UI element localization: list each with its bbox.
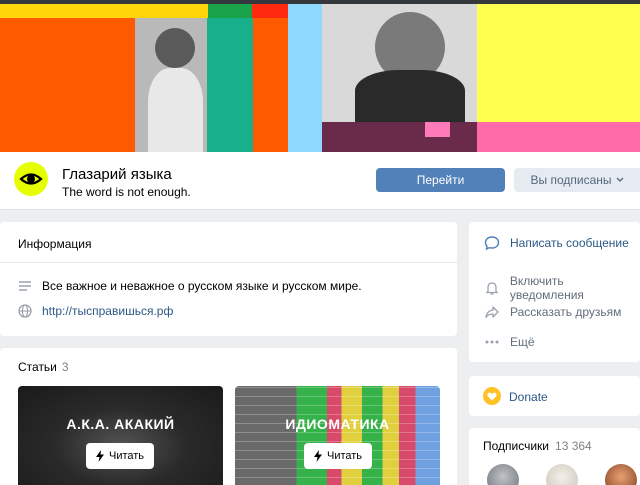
subscribers-count: 13 364 bbox=[555, 439, 592, 453]
divider bbox=[0, 262, 457, 263]
actions-card: Написать сообщение Включить уведомления … bbox=[469, 222, 640, 362]
read-label: Читать bbox=[327, 450, 363, 462]
article-title: А.К.А. АКАКИЙ bbox=[66, 416, 175, 432]
read-button[interactable]: Читать bbox=[86, 443, 155, 469]
avatar[interactable] bbox=[487, 464, 519, 485]
avatar[interactable] bbox=[605, 464, 637, 485]
lightning-icon bbox=[96, 450, 104, 462]
more-action[interactable]: Ещё bbox=[483, 333, 535, 351]
articles-count: 3 bbox=[61, 360, 69, 374]
action-label: Написать сообщение bbox=[510, 236, 629, 250]
go-button[interactable]: Перейти bbox=[376, 168, 505, 192]
article-title: ИДИОМАТИКА bbox=[285, 416, 390, 432]
share-icon bbox=[483, 303, 501, 321]
bell-icon bbox=[483, 279, 501, 297]
lines-icon bbox=[18, 279, 32, 293]
subscribers-heading[interactable]: Подписчики 13 364 bbox=[483, 439, 592, 453]
eye-icon bbox=[19, 173, 43, 185]
subscribed-label: Вы подписаны bbox=[530, 173, 612, 187]
website-link[interactable]: http://тысправишься.рф bbox=[42, 304, 173, 318]
globe-icon bbox=[18, 304, 32, 318]
subscribers-card: Подписчики 13 364 bbox=[469, 428, 640, 485]
group-avatar[interactable] bbox=[14, 162, 48, 196]
send-message-action[interactable]: Написать сообщение bbox=[483, 234, 629, 252]
action-label: Рассказать друзьям bbox=[510, 305, 622, 319]
avatar[interactable] bbox=[546, 464, 578, 485]
info-heading: Информация bbox=[18, 237, 92, 251]
articles-heading[interactable]: Статьи 3 bbox=[18, 360, 69, 374]
more-icon bbox=[483, 333, 501, 351]
message-icon bbox=[483, 234, 501, 252]
subscribed-button[interactable]: Вы подписаны bbox=[514, 168, 640, 192]
donate-card[interactable]: Donate bbox=[469, 376, 640, 416]
info-card: Информация Все важное и неважное о русск… bbox=[0, 222, 457, 336]
heart-icon bbox=[483, 387, 501, 405]
action-label: Ещё bbox=[510, 335, 535, 349]
lightning-icon bbox=[314, 450, 322, 462]
website-row: http://тысправишься.рф bbox=[18, 304, 173, 318]
group-status: The word is not enough. bbox=[62, 185, 191, 199]
donate-label: Donate bbox=[509, 390, 548, 404]
articles-card: Статьи 3 А.К.А. АКАКИЙ Читать ИДИОМАТИКА … bbox=[0, 348, 457, 485]
articles-title: Статьи bbox=[18, 360, 57, 374]
description-row: Все важное и неважное о русском языке и … bbox=[18, 279, 362, 293]
article-card[interactable]: А.К.А. АКАКИЙ Читать bbox=[18, 386, 223, 485]
description-text: Все важное и неважное о русском языке и … bbox=[42, 279, 362, 293]
tell-friends-action[interactable]: Рассказать друзьям bbox=[483, 303, 621, 321]
article-card[interactable]: ИДИОМАТИКА Читать bbox=[235, 386, 440, 485]
subscribers-title: Подписчики bbox=[483, 439, 550, 453]
read-button[interactable]: Читать bbox=[304, 443, 373, 469]
cover-image bbox=[0, 0, 640, 152]
chevron-down-icon bbox=[616, 177, 623, 182]
group-name: Глазарий языка bbox=[62, 166, 172, 183]
read-label: Читать bbox=[109, 450, 145, 462]
action-label: Включить уведомления bbox=[509, 274, 584, 302]
enable-notifications-action[interactable]: Включить уведомления bbox=[483, 274, 640, 302]
